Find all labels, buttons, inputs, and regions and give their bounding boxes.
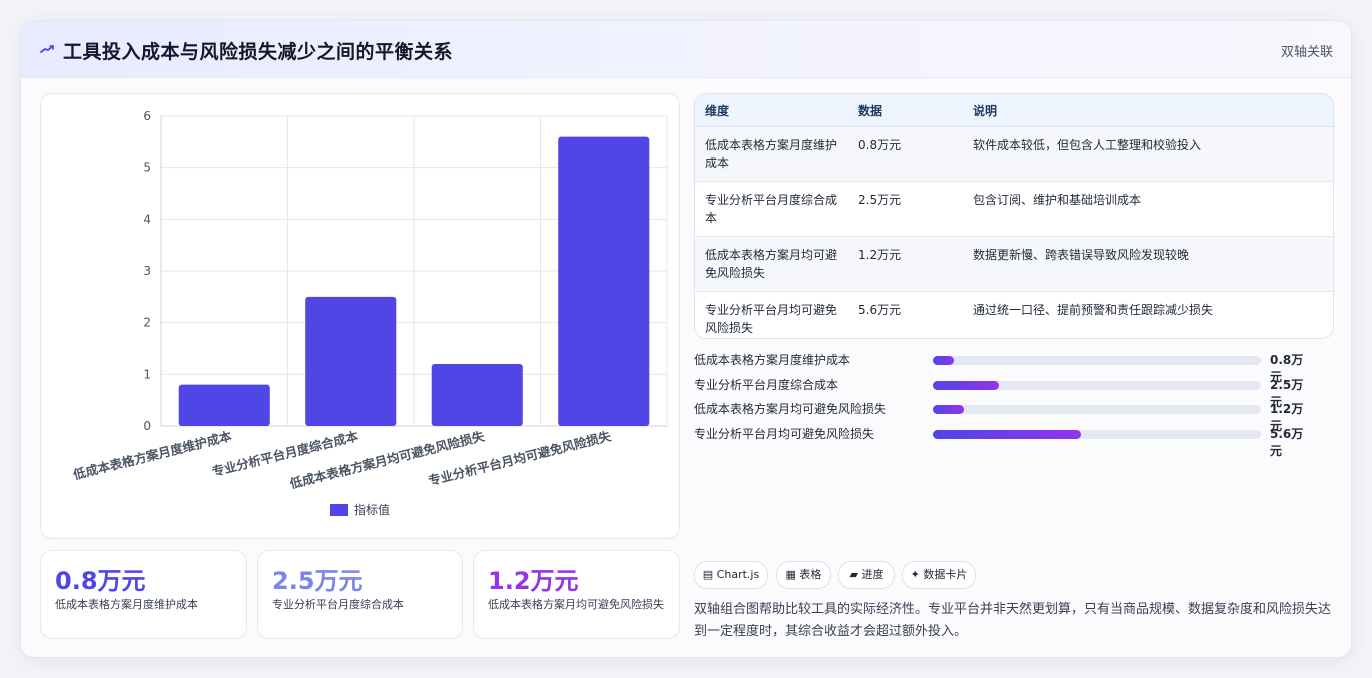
table-cell: 5.6万元 [858,303,902,317]
y-tick-label: 3 [143,264,151,278]
table-header-cell: 说明 [963,94,1333,127]
progress-fill [933,429,1081,439]
table-row: 专业分析平台月度综合成本 2.5万元 包含订阅、维护和基础培训成本 [695,181,1333,237]
trend-icon [40,45,54,53]
progress-list: 低成本表格方案月度维护成本 0.8万元 专业分析平台月度综合成本 2.5万元 低… [694,349,1314,458]
y-tick-label: 0 [143,419,151,433]
y-tick-label: 1 [143,367,151,381]
chip-data-card: ✦ 数据卡片 [902,561,976,589]
data-table: 维度 数据 说明 低成本表格方案月度维护成本 0.8万元 软件成本较低，但包含人… [695,94,1333,339]
table-header-cell: 数据 [848,94,963,127]
table-row: 低成本表格方案月度维护成本 0.8万元 软件成本较低，但包含人工整理和校验投入 [695,126,1333,182]
page-title: 工具投入成本与风险损失减少之间的平衡关系 [63,41,454,63]
stat-card: 1.2万元 低成本表格方案月均可避免风险损失 [473,550,680,639]
progress-row: 专业分析平台月均可避免风险损失 5.6万元 [694,423,1314,458]
progress-track [933,405,1261,414]
header-tag: 双轴关联 [1280,45,1333,60]
data-table-panel: 维度 数据 说明 低成本表格方案月度维护成本 0.8万元 软件成本较低，但包含人… [694,93,1334,339]
table-cell: 数据更新慢、跨表错误导致风险发现较晚 [963,236,1333,292]
bar [431,364,523,426]
table-cell: 2.5万元 [848,181,963,237]
progress-fill [933,356,954,365]
table-cell: 通过统一口径、提前预警和责任跟踪减少损失 [973,303,1214,317]
table-cell: 1.2万元 [848,236,963,292]
stat-label: 低成本表格方案月均可避免风险损失 [488,598,664,611]
y-tick-label: 4 [143,212,151,226]
legend-label: 指标值 [354,502,390,517]
progress-value: 5.6万元 [1270,426,1304,458]
chip-progress: ▰ 进度 [838,561,895,589]
table-cell: 低成本表格方案月均可避免风险损失 [695,236,848,292]
stat-card: 2.5万元 专业分析平台月度综合成本 [257,550,463,639]
bar [558,136,650,426]
table-header-row: 维度 数据 说明 [695,94,1333,127]
y-tick-label: 5 [143,161,151,175]
progress-track [933,429,1261,439]
stat-value: 2.5万元 [272,567,363,595]
progress-track [933,380,1261,390]
table-cell: 0.8万元 [848,126,963,182]
table-cell: 低成本表格方案月度维护成本 [695,126,848,182]
card-header: 工具投入成本与风险损失减少之间的平衡关系 双轴关联 [21,21,1351,78]
stat-value: 1.2万元 [488,567,579,595]
progress-row: 低成本表格方案月度维护成本 0.8万元 [694,349,1314,384]
progress-label: 低成本表格方案月均可避免风险损失 [694,402,887,416]
legend-swatch [330,504,348,516]
x-tick-label: 低成本表格方案月度维护成本 [71,428,234,482]
progress-label: 专业分析平台月均可避免风险损失 [694,426,875,441]
summary-note: 双轴组合图帮助比较工具的实际经济性。专业平台并非天然更划算，只有当商品规模、数据… [694,602,1332,639]
table-row: 低成本表格方案月均可避免风险损失 1.2万元 数据更新慢、跨表错误导致风险发现较… [695,236,1333,292]
y-tick-label: 6 [143,109,151,123]
progress-track [933,356,1261,365]
table-cell: 专业分析平台月度综合成本 [695,181,848,237]
bar [178,384,270,426]
progress-fill [933,380,999,390]
table-cell: 包含订阅、维护和基础培训成本 [963,181,1333,237]
table-cell: 软件成本较低，但包含人工整理和校验投入 [963,126,1333,182]
progress-label: 专业分析平台月度综合成本 [694,377,839,392]
chip-table: ▦ 表格 [776,561,831,589]
table-header-cell: 维度 [695,94,848,127]
stat-label: 低成本表格方案月度维护成本 [55,598,198,611]
main-card: 工具投入成本与风险损失减少之间的平衡关系 双轴关联 0 1 2 3 4 5 6 低成本表格方案… [20,20,1352,658]
bar-chart: 0123456低成本表格方案月度维护成本专业分析平台月度综合成本低成本表格方案月… [71,109,668,517]
bar-chart-panel: 0 1 2 3 4 5 6 低成本表格方案月度维护成本 专业分析平台月度综合成本 低成本表格方案月… [40,93,680,539]
table-row: 专业分析平台月均可避免风险损失 5.6万元 通过统一口径、提前预警和责任跟踪减少… [695,292,1333,339]
y-tick-label: 2 [143,316,151,330]
table-cell: 专业分析平台月均可避免风险损失 [705,303,838,335]
bar [305,296,397,426]
chip-chartjs: ▤ Chart.js [694,561,768,589]
progress-row: 专业分析平台月度综合成本 2.5万元 [694,374,1314,409]
stat-card: 0.8万元 低成本表格方案月度维护成本 [40,550,247,639]
progress-label: 低成本表格方案月度维护成本 [694,353,851,367]
stat-label: 专业分析平台月度综合成本 [272,598,404,611]
stat-value: 0.8万元 [55,567,146,595]
progress-row: 低成本表格方案月均可避免风险损失 1.2万元 [694,398,1314,433]
progress-fill [933,405,965,414]
